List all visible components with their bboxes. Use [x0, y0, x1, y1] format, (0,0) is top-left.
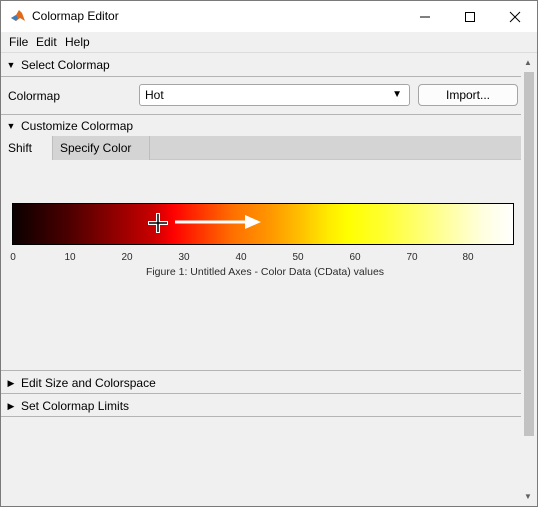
customize-tabs: Shift Specify Color	[1, 136, 521, 160]
menu-file[interactable]: File	[9, 35, 28, 49]
colormap-dropdown[interactable]: Hot ▼	[139, 84, 410, 106]
tab-specify-color[interactable]: Specify Color	[52, 136, 150, 160]
maximize-button[interactable]	[447, 1, 492, 32]
axis-tick-label: 30	[178, 252, 190, 263]
expand-icon: ▶	[7, 400, 15, 411]
axis-tick-label: 70	[406, 252, 418, 263]
select-colormap-title: Select Colormap	[21, 58, 110, 72]
colormap-selected-value: Hot	[145, 88, 164, 102]
expand-icon: ▶	[7, 377, 15, 388]
crosshair-cursor-icon	[148, 213, 168, 233]
set-colormap-limits-header[interactable]: ▶ Set Colormap Limits	[1, 395, 521, 417]
menu-edit[interactable]: Edit	[36, 35, 57, 49]
axes-caption: Figure 1: Untitled Axes - Color Data (CD…	[145, 266, 385, 278]
axis-tick-label: 40	[235, 252, 247, 263]
colormap-colorbar[interactable]	[12, 203, 514, 245]
maximize-icon	[464, 11, 475, 22]
colormap-label: Colormap	[8, 89, 61, 103]
import-button[interactable]: Import...	[418, 84, 518, 106]
close-icon	[509, 11, 520, 22]
shift-arrow-icon	[175, 215, 261, 229]
scroll-up-icon[interactable]: ▲	[524, 58, 532, 67]
customize-colormap-title: Customize Colormap	[21, 119, 134, 133]
edit-size-colorspace-title: Edit Size and Colorspace	[21, 376, 156, 390]
tab-shift[interactable]: Shift	[1, 136, 52, 160]
minimize-icon	[419, 16, 430, 17]
divider	[1, 416, 521, 417]
axis-tick-label: 80	[462, 252, 474, 263]
set-colormap-limits-title: Set Colormap Limits	[21, 399, 130, 413]
axis-tick-label: 10	[64, 252, 76, 263]
edit-size-colorspace-header[interactable]: ▶ Edit Size and Colorspace	[1, 372, 521, 394]
customize-colormap-header[interactable]: ▼ Customize Colormap	[1, 115, 521, 137]
divider	[1, 393, 521, 394]
scroll-thumb[interactable]	[524, 72, 534, 436]
editor-content: ▼ Select Colormap Colormap Hot ▼ Import.…	[1, 54, 521, 506]
menu-help[interactable]: Help	[65, 35, 90, 49]
collapse-icon: ▼	[6, 60, 16, 70]
colormap-editor-window: Colormap Editor File Edit Help ▼ Select …	[0, 0, 538, 507]
close-button[interactable]	[492, 1, 537, 32]
axis-tick-label: 0	[10, 252, 16, 263]
matlab-logo-icon	[10, 8, 26, 24]
axis-tick-label: 20	[121, 252, 133, 263]
collapse-icon: ▼	[6, 121, 16, 131]
window-title: Colormap Editor	[32, 9, 119, 23]
axis-tick-label: 60	[349, 252, 361, 263]
axis-tick-label: 50	[292, 252, 304, 263]
select-colormap-header[interactable]: ▼ Select Colormap	[1, 54, 521, 76]
vertical-scrollbar[interactable]: ▲ ▼	[521, 54, 537, 506]
divider	[1, 76, 521, 77]
title-bar: Colormap Editor	[1, 1, 537, 32]
minimize-button[interactable]	[402, 1, 447, 32]
menu-bar: File Edit Help	[1, 32, 537, 53]
divider	[1, 370, 521, 371]
dropdown-arrow-icon: ▼	[392, 89, 402, 100]
scroll-down-icon[interactable]: ▼	[524, 492, 532, 501]
